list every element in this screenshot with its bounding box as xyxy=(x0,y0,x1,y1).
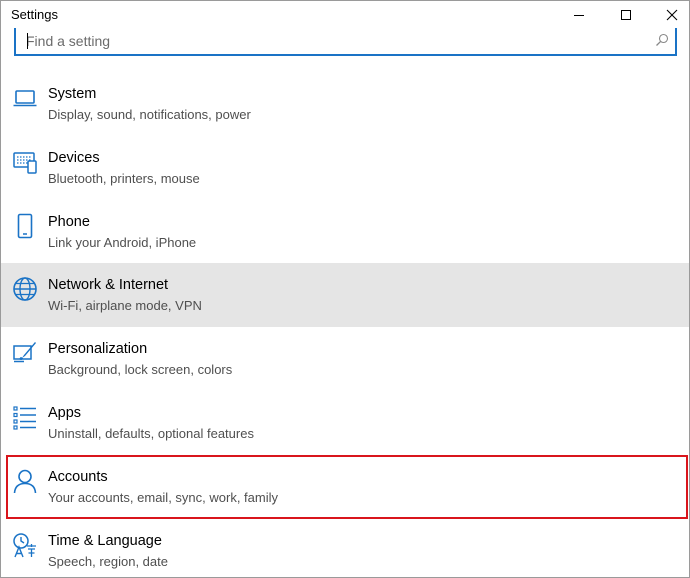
maximize-button[interactable] xyxy=(603,1,649,29)
category-description: Uninstall, defaults, optional features xyxy=(48,425,254,441)
category-description: Link your Android, iPhone xyxy=(48,234,197,250)
category-label: Accounts xyxy=(48,468,108,485)
laptop-icon xyxy=(13,90,37,107)
category-description: Display, sound, notifications, power xyxy=(48,107,251,122)
search-input[interactable] xyxy=(26,30,646,52)
category-label: Phone xyxy=(48,213,90,230)
devices-icon xyxy=(13,152,37,174)
category-phone[interactable]: Phone Link your Android, iPhone xyxy=(1,200,689,264)
maximize-icon xyxy=(621,10,631,20)
category-time-language[interactable]: Time & Language Speech, region, date xyxy=(1,519,689,577)
category-apps[interactable]: Apps Uninstall, defaults, optional featu… xyxy=(1,391,689,455)
time-language-icon xyxy=(13,532,36,557)
category-description: Speech, region, date xyxy=(48,553,168,569)
search-box[interactable] xyxy=(14,28,677,56)
category-label: Devices xyxy=(48,149,100,166)
close-button[interactable] xyxy=(649,1,689,29)
category-description: Bluetooth, printers, mouse xyxy=(48,170,200,186)
category-label: Apps xyxy=(48,404,82,421)
minimize-button[interactable] xyxy=(556,1,602,29)
phone-icon xyxy=(17,213,33,238)
category-label: System xyxy=(48,86,97,102)
category-system[interactable]: System Display, sound, notifications, po… xyxy=(1,72,689,136)
category-label: Time & Language xyxy=(48,532,162,549)
globe-icon xyxy=(13,277,37,302)
window-title: Settings xyxy=(11,7,58,22)
minimize-icon xyxy=(574,15,584,16)
apps-list-icon xyxy=(13,406,36,430)
search-icon[interactable] xyxy=(655,33,669,47)
category-description: Wi-Fi, airplane mode, VPN xyxy=(48,298,202,314)
category-description: Background, lock screen, colors xyxy=(48,362,233,378)
title-bar[interactable]: Settings xyxy=(1,1,689,29)
person-icon xyxy=(13,469,37,493)
category-label: Personalization xyxy=(48,341,148,358)
settings-category-list: System Display, sound, notifications, po… xyxy=(1,72,689,577)
category-devices[interactable]: Devices Bluetooth, printers, mouse xyxy=(1,136,689,200)
close-icon xyxy=(666,9,678,21)
settings-window: Settings Find a setting System Display, … xyxy=(0,0,690,578)
text-caret xyxy=(27,33,28,49)
category-accounts[interactable]: Accounts Your accounts, email, sync, wor… xyxy=(6,454,688,519)
category-personalization[interactable]: Personalization Background, lock screen,… xyxy=(1,327,689,391)
category-description: Your accounts, email, sync, work, family xyxy=(48,489,278,505)
category-network-internet[interactable]: Network & Internet Wi-Fi, airplane mode,… xyxy=(1,263,689,328)
paintbrush-icon xyxy=(13,342,36,363)
category-label: Network & Internet xyxy=(48,277,169,294)
